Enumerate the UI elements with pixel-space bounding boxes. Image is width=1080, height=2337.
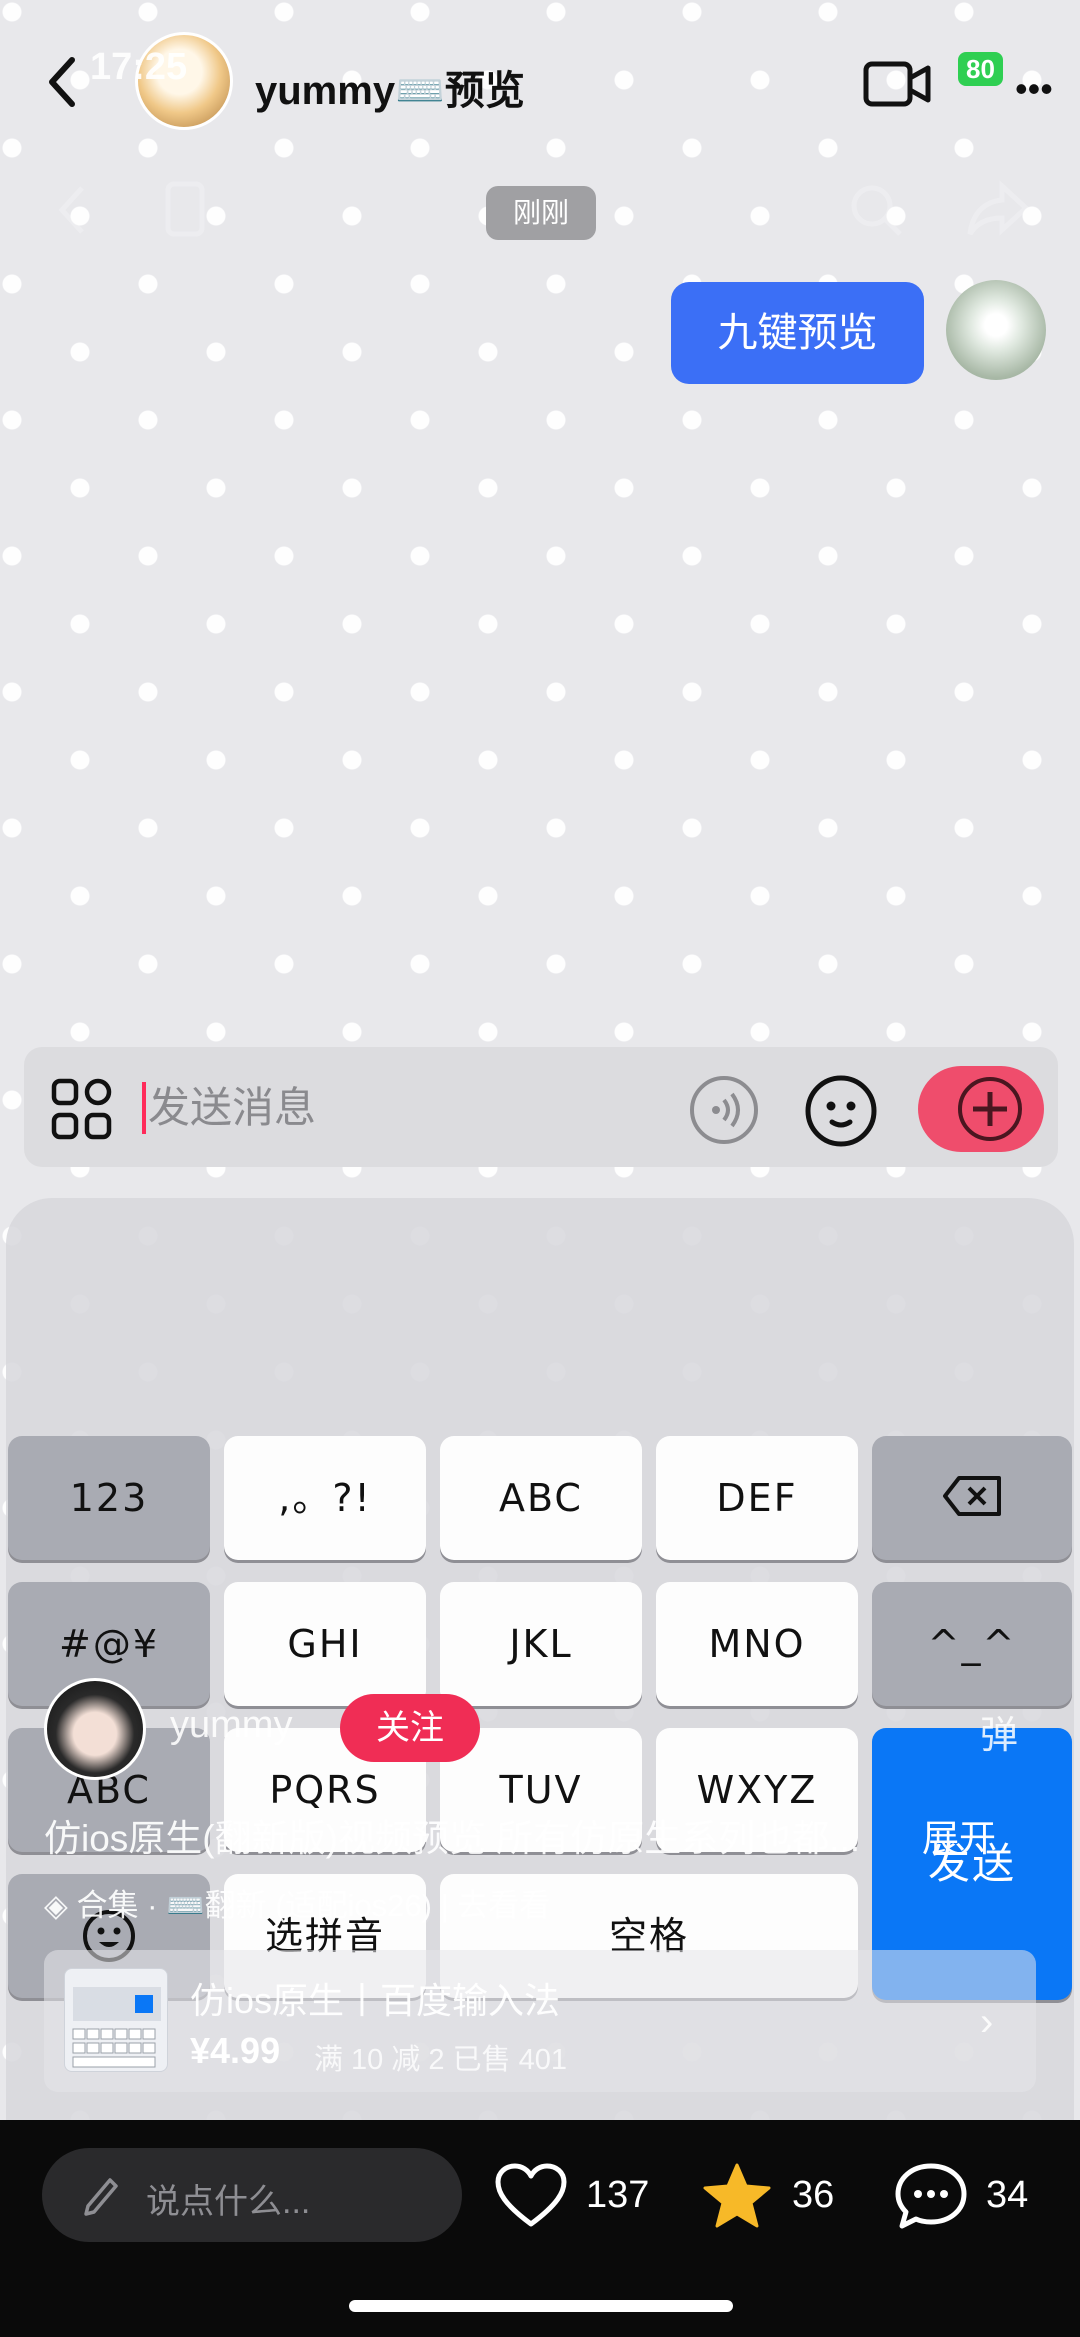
product-meta: 满 10 减 2 已售 401 bbox=[314, 2044, 568, 2076]
star-icon[interactable] bbox=[700, 2162, 774, 2230]
message-bubble[interactable]: 九键预览 bbox=[671, 282, 924, 384]
pencil-icon bbox=[84, 2178, 118, 2216]
backspace-icon bbox=[943, 1476, 1001, 1516]
key-def[interactable]: DEF bbox=[656, 1436, 858, 1560]
video-call-icon[interactable] bbox=[862, 58, 932, 110]
layers-icon: ◈ bbox=[44, 1888, 77, 1923]
product-thumbnail bbox=[64, 1968, 168, 2072]
chat-title[interactable]: yummy⌨️预览 bbox=[255, 58, 525, 116]
author-avatar[interactable] bbox=[44, 1678, 146, 1780]
faint-search-icon bbox=[851, 185, 902, 236]
follow-button[interactable]: 关注 bbox=[340, 1694, 480, 1762]
status-time: 17:25 bbox=[90, 46, 188, 88]
key-punct[interactable]: ,。?! bbox=[224, 1436, 426, 1560]
favorite-count: 36 bbox=[792, 2174, 835, 2216]
key-123[interactable]: 123 bbox=[8, 1436, 210, 1560]
faint-back-icon bbox=[58, 186, 84, 234]
home-indicator[interactable] bbox=[349, 2300, 733, 2312]
comment-icon[interactable] bbox=[894, 2162, 968, 2230]
back-icon[interactable] bbox=[40, 52, 90, 112]
more-icon[interactable]: ••• bbox=[1015, 68, 1053, 110]
collection-label: 合集 · ⌨️翻新 (适配ios26) | 去看看 bbox=[76, 1888, 551, 1923]
collection-link[interactable]: ◈ 合集 · ⌨️翻新 (适配ios26) | 去看看 bbox=[44, 1880, 550, 1925]
chevron-right-icon: › bbox=[980, 2000, 994, 2044]
expand-link[interactable]: 展开 bbox=[922, 1808, 996, 1862]
battery-indicator: 80 bbox=[958, 52, 1003, 86]
plus-button[interactable] bbox=[918, 1066, 1044, 1152]
comment-count: 34 bbox=[986, 2174, 1029, 2216]
product-price: ¥4.99 bbox=[190, 2030, 281, 2071]
heart-icon[interactable] bbox=[494, 2162, 568, 2230]
video-description[interactable]: 仿ios原生(翻新版)视频预览 所有仿原生系列也都... bbox=[44, 1808, 860, 1862]
faint-share-icon bbox=[967, 180, 1030, 236]
message-timestamp: 刚刚 bbox=[486, 186, 596, 240]
key-kaomoji[interactable]: ^_^ bbox=[872, 1582, 1072, 1706]
key-mno[interactable]: MNO bbox=[656, 1582, 858, 1706]
faint-device-icon bbox=[165, 181, 205, 237]
emoji-icon[interactable] bbox=[804, 1074, 878, 1148]
key-jkl[interactable]: JKL bbox=[440, 1582, 642, 1706]
key-abc[interactable]: ABC bbox=[440, 1436, 642, 1560]
key-delete[interactable] bbox=[872, 1436, 1072, 1560]
author-name[interactable]: yummy bbox=[170, 1704, 292, 1747]
product-title: 仿ios原生丨百度输入法 bbox=[190, 1980, 561, 2021]
message-input[interactable] bbox=[148, 1080, 668, 1136]
apps-grid-icon[interactable] bbox=[50, 1077, 114, 1141]
text-caret bbox=[142, 1082, 146, 1134]
danmu-toggle[interactable]: 弹 bbox=[980, 1704, 1018, 1759]
key-ghi[interactable]: GHI bbox=[224, 1582, 426, 1706]
my-avatar[interactable] bbox=[946, 280, 1046, 380]
voice-icon[interactable] bbox=[688, 1074, 760, 1146]
comment-placeholder: 说点什么... bbox=[146, 2183, 311, 2221]
like-count: 137 bbox=[586, 2174, 650, 2216]
